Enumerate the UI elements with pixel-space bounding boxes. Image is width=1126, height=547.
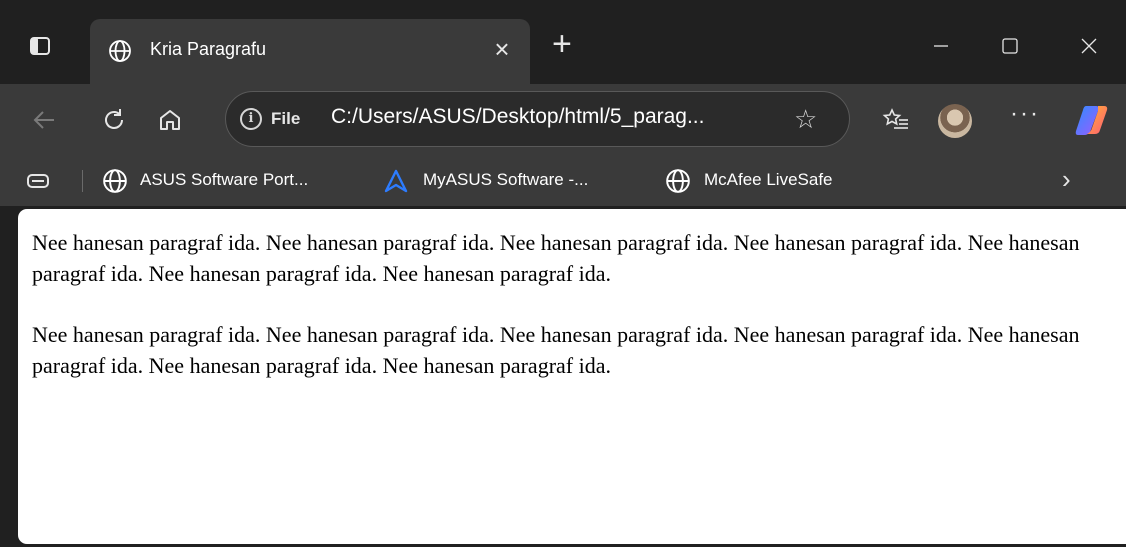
tab-title: Kria Paragrafu [150,39,267,59]
bookmark-myasus-software[interactable]: MyASUS Software -... [423,170,588,190]
title-bar: Kria Paragrafu × + [0,0,1126,84]
home-button[interactable] [152,102,188,138]
home-icon [160,110,180,130]
bookmark-mcafee-livesafe[interactable]: McAfee LiveSafe [704,170,833,190]
paragraph: Nee hanesan paragraf ida. Nee hanesan pa… [32,230,1080,286]
minimize-button[interactable] [916,26,966,66]
refresh-icon [105,109,123,129]
minimize-icon [934,45,948,47]
favorites-bar-divider [82,170,83,192]
maximize-icon [1002,38,1018,54]
myasus-icon [384,169,408,193]
favorites-list-icon [882,108,908,129]
new-tab-button[interactable]: + [552,27,572,61]
refresh-button[interactable] [96,102,132,138]
address-bar[interactable]: i File C:/Users/ASUS/Desktop/html/5_para… [225,91,850,147]
collections-icon[interactable] [25,168,51,194]
navigation-toolbar: i File C:/Users/ASUS/Desktop/html/5_para… [0,84,1126,156]
favorites-button[interactable] [878,102,914,138]
paragraph: Nee hanesan paragraf ida. Nee hanesan pa… [32,322,1080,378]
page-content: Nee hanesan paragraf ida. Nee hanesan pa… [18,209,1126,544]
back-arrow-icon [33,111,54,129]
site-info-icon[interactable]: i [240,108,262,130]
profile-avatar[interactable] [938,104,972,138]
back-button[interactable] [26,102,62,138]
favorite-star-icon[interactable]: ☆ [794,104,817,135]
tab-actions-button[interactable] [20,26,60,66]
tab-close-button[interactable]: × [490,34,514,65]
close-icon [1081,38,1097,54]
globe-icon [109,40,131,62]
tab-active[interactable]: Kria Paragrafu × [90,19,530,84]
close-window-button[interactable] [1064,26,1114,66]
address-url[interactable]: C:/Users/ASUS/Desktop/html/5_parag... [331,105,704,129]
globe-icon [666,169,690,193]
address-scheme-label: File [271,109,301,128]
bookmark-asus-software-portal[interactable]: ASUS Software Port... [140,170,308,190]
copilot-icon[interactable] [1072,100,1112,140]
favorites-bar: ASUS Software Port... MyASUS Software -.… [0,156,1126,206]
more-options-button[interactable]: ··· [1010,100,1040,128]
tab-actions-icon [30,37,50,55]
maximize-button[interactable] [985,26,1035,66]
favorites-overflow-button[interactable]: › [1062,164,1071,195]
globe-icon [103,169,127,193]
